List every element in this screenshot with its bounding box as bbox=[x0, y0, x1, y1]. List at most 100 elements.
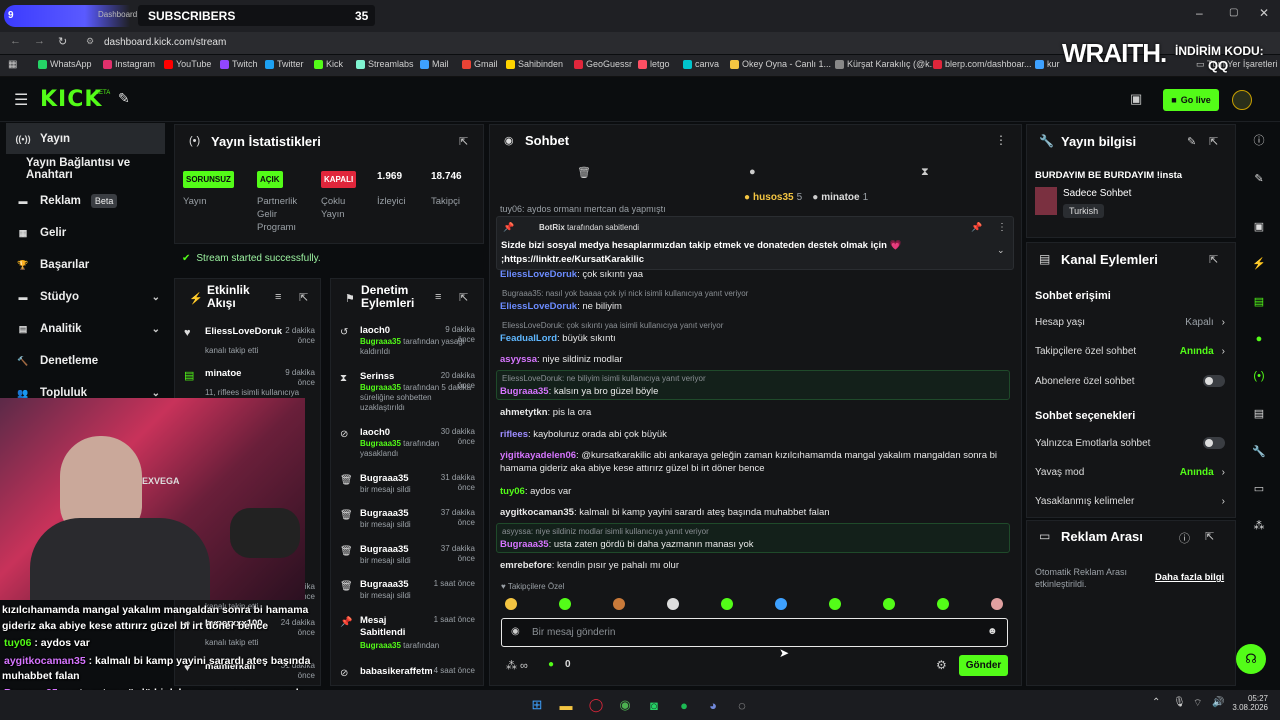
mod-user[interactable]: Bugraaa35 bbox=[360, 544, 432, 556]
chat-username[interactable]: tuy06 bbox=[500, 486, 525, 497]
channel-setting-row[interactable]: Yalnızca Emotlarla sohbet bbox=[1035, 437, 1225, 449]
channel-setting-row[interactable]: Hesap yaşı Kapalı › bbox=[1035, 317, 1225, 328]
bookmark-item[interactable]: WhatsApp bbox=[38, 59, 92, 69]
pinned-menu-icon[interactable]: ⋮ bbox=[997, 222, 1007, 233]
mod-user[interactable]: laoch0 bbox=[360, 325, 432, 337]
tray-chevron-icon[interactable]: ⌃ bbox=[1152, 697, 1160, 708]
obs-icon[interactable]: ◌ bbox=[733, 696, 751, 714]
kick-logo[interactable]: KICK bbox=[40, 87, 102, 112]
close-icon[interactable]: ✕ bbox=[1259, 6, 1269, 20]
maximize-icon[interactable]: ▢ bbox=[1229, 7, 1238, 18]
send-button[interactable]: Gönder bbox=[959, 655, 1008, 676]
support-icon[interactable]: ☊ bbox=[1236, 644, 1266, 674]
chat-username[interactable]: aygitkocaman35 bbox=[500, 507, 574, 518]
trash-icon[interactable]: 🗑 bbox=[577, 166, 591, 179]
emote-icon[interactable] bbox=[775, 598, 787, 610]
bookmark-item[interactable]: Twitter bbox=[265, 59, 304, 69]
bookmark-item[interactable]: Twitch bbox=[220, 59, 258, 69]
edit-icon[interactable]: ✎ bbox=[1187, 135, 1196, 148]
sidebar-item[interactable]: Yayın Bağlantısı ve Anahtarı bbox=[0, 155, 170, 183]
pen-icon[interactable]: ✎ bbox=[1250, 169, 1268, 187]
file-explorer-icon[interactable]: ▬ bbox=[557, 696, 575, 714]
mic-icon[interactable]: 🎙 bbox=[1173, 697, 1186, 708]
mod-user[interactable]: babasikeraffetmez bbox=[360, 666, 432, 678]
chat-input[interactable]: ◉ Bir mesaj gönderin ☻ bbox=[501, 618, 1008, 647]
unpin-icon[interactable]: 📌 bbox=[971, 222, 982, 233]
go-live-button[interactable]: ■ Go live bbox=[1163, 89, 1219, 111]
category-name[interactable]: Sadece Sohbet bbox=[1063, 188, 1131, 199]
info-icon[interactable]: ⓘ bbox=[1250, 131, 1268, 149]
mod-user[interactable]: Mesaj Sabitlendi bbox=[360, 615, 432, 639]
mod-popout-icon[interactable]: ⇱ bbox=[459, 291, 468, 304]
sidebar-item[interactable]: ((•)) Yayın bbox=[6, 123, 165, 154]
emote-icon[interactable] bbox=[613, 598, 625, 610]
toggle-switch[interactable] bbox=[1203, 437, 1225, 449]
mod-user[interactable]: Bugraaa35 bbox=[360, 579, 432, 591]
start-icon[interactable]: ⊞ bbox=[528, 696, 546, 714]
rail-dots-icon[interactable]: ⁂ bbox=[1250, 516, 1268, 534]
rail-broadcast-icon[interactable]: (•) bbox=[1250, 367, 1268, 385]
activity-user[interactable]: EliessLoveDoruk bbox=[205, 326, 282, 337]
emote-icon[interactable] bbox=[505, 598, 517, 610]
emote-icon[interactable] bbox=[937, 598, 949, 610]
ad-info-icon[interactable]: ⓘ bbox=[1179, 530, 1190, 546]
chat-username[interactable]: riflees bbox=[500, 429, 528, 440]
channel-points-icon[interactable]: ⁂ ∞ bbox=[506, 659, 528, 672]
minimize-icon[interactable]: – bbox=[1196, 6, 1203, 20]
emote-icon[interactable] bbox=[721, 598, 733, 610]
chevron-down-icon[interactable]: ⌄ bbox=[152, 324, 160, 335]
popout-icon[interactable]: ⇱ bbox=[459, 135, 468, 148]
activity-user[interactable]: minatoe bbox=[205, 368, 241, 379]
rail-window-icon[interactable]: ▭ bbox=[1250, 479, 1268, 497]
emoji-icon[interactable]: ☻ bbox=[987, 626, 998, 637]
bookmark-item[interactable]: letgo bbox=[638, 59, 670, 69]
volume-icon[interactable]: 🔊 bbox=[1212, 697, 1224, 708]
rail-bolt-icon[interactable]: ⚡ bbox=[1250, 254, 1268, 272]
bookmark-item[interactable]: blerp.com/dashboar... bbox=[933, 59, 1032, 69]
expand-chevron-icon[interactable]: ⌄ bbox=[997, 245, 1005, 256]
bookmark-item[interactable]: Streamlabs bbox=[356, 59, 414, 69]
emote-icon[interactable] bbox=[883, 598, 895, 610]
chevron-down-icon[interactable]: ⌄ bbox=[152, 388, 160, 399]
chat-username[interactable]: Bugraaa35 bbox=[500, 539, 549, 550]
mod-filter-icon[interactable]: ≡ bbox=[435, 291, 441, 303]
spotify-icon[interactable]: ● bbox=[675, 696, 693, 714]
hourglass-icon[interactable]: ⧗ bbox=[921, 166, 929, 179]
ad-popout-icon[interactable]: ⇱ bbox=[1205, 530, 1214, 543]
chat-menu-icon[interactable]: ⋮ bbox=[995, 133, 1007, 147]
top-chatter[interactable]: ● minatoe 1 bbox=[812, 192, 868, 203]
pin-icon[interactable]: ✎ bbox=[118, 90, 130, 107]
mod-user[interactable]: Serinss bbox=[360, 371, 432, 383]
reload-icon[interactable]: ↻ bbox=[58, 35, 67, 48]
chrome-icon[interactable]: ◉ bbox=[616, 696, 634, 714]
channel-setting-row[interactable]: Takipçilere özel sohbet Anında › bbox=[1035, 346, 1225, 357]
forward-icon[interactable]: → bbox=[34, 35, 45, 47]
network-icon[interactable]: ⌔ bbox=[1193, 697, 1202, 710]
chat-username[interactable]: asyyssa bbox=[500, 354, 537, 365]
chat-username[interactable]: yigitkayadelen06 bbox=[500, 450, 576, 461]
theater-icon[interactable]: ▣ bbox=[1130, 91, 1142, 107]
bookmark-item[interactable]: Kick bbox=[314, 59, 343, 69]
chat-bubble-icon[interactable]: ● bbox=[749, 166, 756, 178]
rail-chat-icon[interactable]: ● bbox=[1250, 330, 1268, 348]
tab-title[interactable]: Dashboard bbox=[98, 10, 137, 19]
discord-icon[interactable]: ◕ bbox=[704, 696, 722, 714]
sidebar-item[interactable]: 🏆 Başarılar bbox=[0, 251, 170, 279]
menu-icon[interactable]: ☰ bbox=[14, 90, 28, 110]
chat-username[interactable]: FeadualLord bbox=[500, 333, 557, 344]
sidebar-item[interactable]: ▤ Analitik ⌄ bbox=[0, 315, 170, 343]
rail-doc-icon[interactable]: ▤ bbox=[1250, 292, 1268, 310]
filter-icon[interactable]: ≡ bbox=[275, 291, 281, 303]
bookmark-item[interactable]: Kürşat Karakılıç (@k... bbox=[835, 59, 937, 69]
mod-user[interactable]: Bugraaa35 bbox=[360, 473, 432, 485]
capture-icon[interactable]: ▣ bbox=[1250, 217, 1268, 235]
bookmark-item[interactable]: Gmail bbox=[462, 59, 498, 69]
mod-user[interactable]: Bugraaa35 bbox=[360, 508, 432, 520]
channel-setting-row[interactable]: Abonelere özel sohbet bbox=[1035, 375, 1225, 387]
chat-username[interactable]: emrebefore bbox=[500, 560, 552, 571]
emote-picker-icon[interactable]: ◉ bbox=[511, 626, 520, 637]
bookmark-item[interactable]: canva bbox=[683, 59, 719, 69]
rail-wrench-icon[interactable]: 🔧 bbox=[1250, 442, 1268, 460]
sidebar-item[interactable]: ▬ Stüdyo ⌄ bbox=[0, 283, 170, 311]
toggle-switch[interactable] bbox=[1203, 375, 1225, 387]
